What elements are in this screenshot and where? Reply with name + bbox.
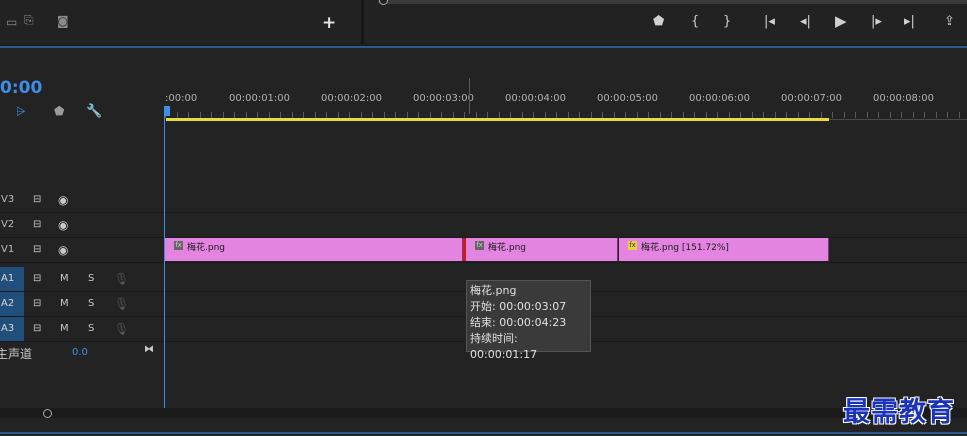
ruler-tick	[936, 112, 937, 118]
playhead-handle[interactable]	[164, 106, 170, 116]
hover-cursor-line	[469, 78, 470, 114]
step-back-icon[interactable]: ◂|	[800, 14, 811, 29]
fx-badge-icon: fx	[174, 241, 183, 250]
track-label-v2[interactable]: V2	[0, 213, 24, 237]
track-label-a3[interactable]: A3	[0, 317, 24, 341]
eye-icon[interactable]: ◉	[58, 243, 68, 257]
ruler-baseline	[829, 119, 967, 120]
empty-track-area[interactable]	[164, 121, 967, 187]
tooltip-duration: 持续时间: 00:00:01:17	[470, 332, 538, 361]
tooltip-end: 结束: 00:00:04:23	[470, 316, 567, 329]
microphone-icon[interactable]: 🎙	[114, 272, 129, 286]
add-button[interactable]: +	[322, 13, 336, 33]
sync-lock-icon[interactable]: ⊟	[33, 194, 41, 205]
master-track-label: 主声道	[0, 347, 33, 361]
fit-icon[interactable]: ⧓	[144, 344, 154, 355]
clip-2[interactable]: fx 梅花.png	[466, 238, 618, 261]
go-to-in-icon[interactable]: |◂	[764, 14, 775, 29]
ruler-tick	[924, 112, 925, 118]
ruler-tick	[867, 112, 868, 118]
ruler-label: 00:00:02:00	[321, 93, 383, 104]
snap-icon[interactable]: ⩥	[16, 104, 26, 119]
ruler-label: :00:00	[165, 93, 198, 104]
mark-in-icon[interactable]: {	[691, 14, 699, 29]
microphone-icon[interactable]: 🎙	[114, 297, 129, 311]
track-row-v2[interactable]: V2 ⊟ ◉	[0, 213, 967, 238]
track-label-a1[interactable]: A1	[0, 267, 24, 291]
play-icon[interactable]: ▶	[835, 12, 847, 30]
ruler-label: 00:00:08:00	[873, 93, 935, 104]
playhead-timecode[interactable]: 0:00	[0, 78, 42, 98]
ruler-tick	[901, 112, 902, 118]
solo-button[interactable]: S	[88, 298, 94, 309]
track-label-v3[interactable]: V3	[0, 188, 24, 212]
ruler-label: 00:00:01:00	[229, 93, 291, 104]
master-volume-value[interactable]: 0.0	[72, 347, 88, 358]
sync-lock-icon[interactable]: ⊟	[33, 323, 41, 334]
ruler-label: 00:00:04:00	[505, 93, 567, 104]
settings-wrench-icon[interactable]: 🔧	[86, 104, 102, 119]
monitor-scrub-bar[interactable]	[378, 0, 967, 4]
clip-name: 梅花.png	[488, 243, 526, 253]
ruler-label: 00:00:03:00	[413, 93, 475, 104]
clip-name: 梅花.png [151.72%]	[641, 243, 729, 253]
eye-icon[interactable]: ◉	[58, 193, 68, 207]
ruler-tick	[844, 112, 845, 118]
mark-out-icon[interactable]: }	[723, 14, 731, 29]
tooltip-start: 开始: 00:00:03:07	[470, 300, 567, 313]
lift-icon[interactable]: ⇪	[944, 14, 955, 29]
mute-button[interactable]: M	[60, 298, 69, 309]
zoom-handle[interactable]	[43, 409, 52, 418]
add-marker-icon[interactable]: ⬟	[54, 104, 64, 118]
sync-lock-icon[interactable]: ⊟	[33, 298, 41, 309]
clip-1[interactable]: fx 梅花.png	[165, 238, 463, 261]
track-label-a2[interactable]: A2	[0, 292, 24, 316]
fx-badge-icon: fx	[628, 241, 637, 250]
marker-icon[interactable]: ⬟	[653, 14, 664, 29]
track-label-v1[interactable]: V1	[0, 238, 24, 262]
track-row-v3[interactable]: V3 ⊟ ◉	[0, 188, 967, 213]
ruler-tick	[913, 112, 914, 118]
ruler-tick	[947, 112, 948, 118]
playhead-line[interactable]	[164, 116, 165, 408]
tooltip-title: 梅花.png	[470, 284, 517, 297]
panel-bottom-border	[0, 432, 967, 434]
step-forward-icon[interactable]: |▸	[871, 14, 882, 29]
eye-icon[interactable]: ◉	[58, 218, 68, 232]
watermark-logo: 最需教育	[843, 397, 955, 428]
insert-icon[interactable]: ⎘	[24, 13, 34, 28]
ruler-tick	[878, 112, 879, 118]
timeline-zoom-scrollbar[interactable]	[0, 408, 967, 418]
camera-icon[interactable]: ◙	[57, 14, 69, 28]
solo-button[interactable]: S	[88, 323, 94, 334]
ruler-label: 00:00:06:00	[689, 93, 751, 104]
clip-name: 梅花.png	[187, 243, 225, 253]
ruler-tick	[959, 112, 960, 118]
ruler-label: 00:00:07:00	[781, 93, 843, 104]
master-track-row[interactable]: 主声道 0.0 ⧓	[0, 341, 164, 365]
source-toolbar: ▭ ⎘ ◙ +	[0, 0, 364, 44]
sync-lock-icon[interactable]: ⊟	[33, 273, 41, 284]
ruler-label: 00:00:05:00	[597, 93, 659, 104]
sync-lock-icon[interactable]: ⊟	[33, 219, 41, 230]
sync-lock-icon[interactable]: ⊟	[33, 244, 41, 255]
solo-button[interactable]: S	[88, 273, 94, 284]
export-frame-icon[interactable]: ▭	[6, 15, 17, 29]
clip-3[interactable]: fx 梅花.png [151.72%]	[619, 238, 829, 261]
mute-button[interactable]: M	[60, 323, 69, 334]
clip-tooltip: 梅花.png 开始: 00:00:03:07 结束: 00:00:04:23 持…	[466, 280, 591, 361]
ruler-tick	[890, 112, 891, 118]
go-to-out-icon[interactable]: ▸|	[904, 14, 915, 29]
microphone-icon[interactable]: 🎙	[114, 322, 129, 336]
ruler-tick	[855, 112, 856, 118]
mute-button[interactable]: M	[60, 273, 69, 284]
fx-badge-icon: fx	[475, 241, 484, 250]
ruler-tick	[832, 112, 833, 118]
